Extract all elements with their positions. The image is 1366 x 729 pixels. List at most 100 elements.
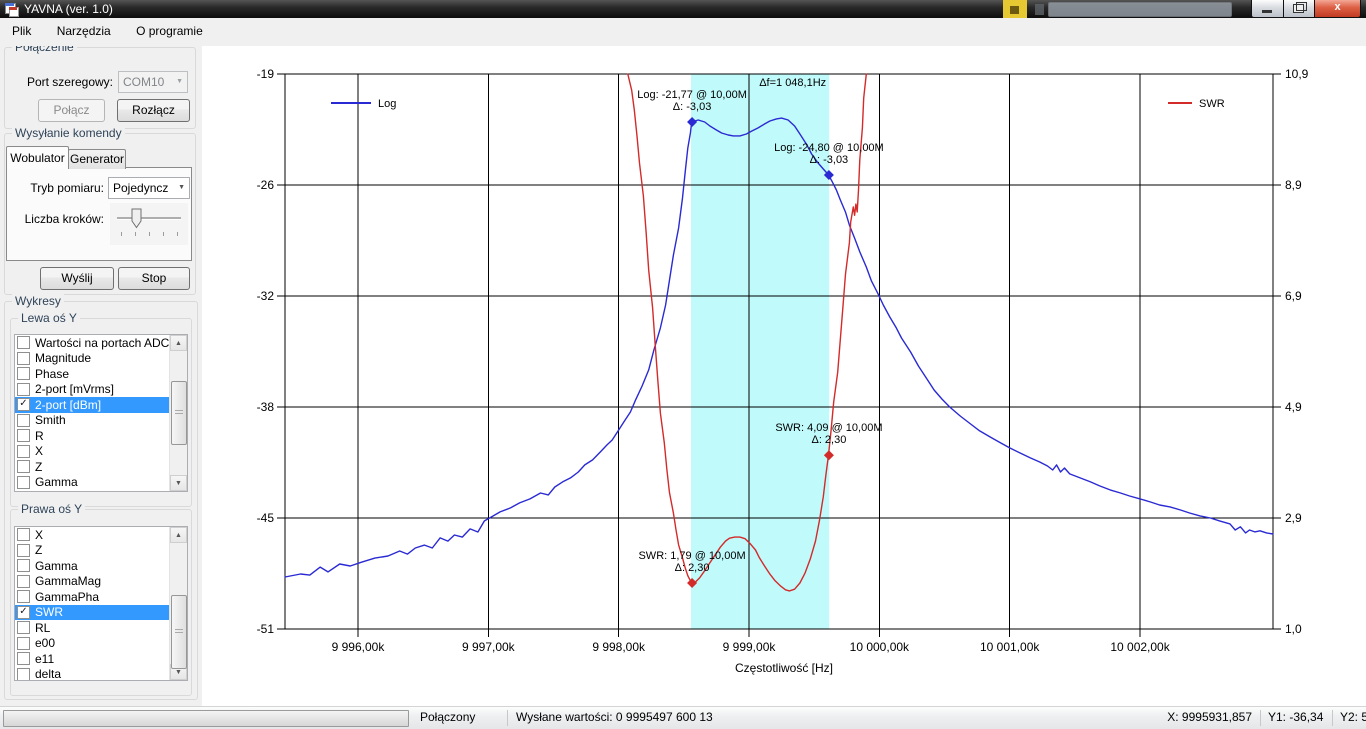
marker-delta-label: Δ: 2,30 (675, 562, 710, 574)
right-axis-group-label: Prawa oś Y (18, 502, 85, 516)
checkbox-icon[interactable] (17, 476, 30, 489)
menu-plik[interactable]: Plik (2, 18, 41, 45)
left-axis-item-2[interactable]: Phase (15, 366, 187, 382)
progress-bar (3, 710, 409, 727)
minimize-button[interactable] (1251, 0, 1284, 18)
right-axis-item-5[interactable]: ✓SWR (15, 605, 187, 621)
checkbox-icon[interactable] (17, 429, 30, 442)
checkbox-icon[interactable] (17, 352, 30, 365)
left-axis-tick-label: -32 (257, 289, 275, 303)
left-axis-item-5[interactable]: Smith (15, 413, 187, 429)
left-axis-tick-label: -38 (257, 400, 275, 414)
menu-narzedzia[interactable]: Narzędzia (47, 18, 121, 45)
scrollbar-thumb[interactable] (171, 595, 187, 669)
checkbox-icon[interactable]: ✓ (17, 398, 30, 411)
statusbar: Połączony Wysłane wartości: 0 9995497 60… (0, 706, 1366, 729)
checkbox-icon[interactable] (17, 652, 30, 665)
right-axis-item-1[interactable]: Z (15, 543, 187, 559)
scroll-up-icon[interactable]: ▲ (170, 335, 187, 351)
left-axis-item-8[interactable]: Z (15, 459, 187, 475)
chart[interactable]: -1910,9-268,9-326,9-384,9-452,9-511,09 9… (0, 0, 1366, 706)
checkbox-icon[interactable] (17, 383, 30, 396)
list-item-label: Magnitude (35, 351, 91, 365)
checkbox-icon[interactable] (17, 367, 30, 380)
right-axis-item-0[interactable]: X (15, 527, 187, 543)
left-axis-tick-label: -19 (257, 67, 275, 81)
left-axis-item-4[interactable]: ✓2-port [dBm] (15, 397, 187, 413)
marker-delta-label: Δ: -3,03 (810, 154, 849, 166)
scroll-up-icon[interactable]: ▲ (170, 527, 187, 543)
close-icon: x (1315, 1, 1360, 13)
close-button[interactable]: x (1315, 0, 1361, 18)
left-axis-item-7[interactable]: X (15, 444, 187, 460)
stop-button[interactable]: Stop (118, 267, 190, 290)
checkbox-icon[interactable] (17, 544, 30, 557)
x-axis-tick-label: 9 996,00k (332, 640, 386, 654)
slider-thumb[interactable] (131, 208, 143, 232)
left-axis-item-0[interactable]: Wartości na portach ADC (15, 335, 187, 351)
serial-port-combobox[interactable]: COM10 ▼ (118, 71, 188, 93)
marker-delta-label: Δ: -3,03 (673, 101, 712, 113)
left-axis-item-1[interactable]: Magnitude (15, 351, 187, 367)
checkbox-icon[interactable] (17, 637, 30, 650)
send-command-group-label: Wysyłanie komendy (12, 126, 125, 140)
checkbox-icon[interactable] (17, 575, 30, 588)
right-axis-list[interactable]: XZGammaGammaMagGammaPha✓SWRRLe00e11delta… (14, 526, 188, 681)
checkbox-icon[interactable] (17, 590, 30, 603)
list-item-label: Smith (35, 413, 66, 427)
checkbox-icon[interactable] (17, 414, 30, 427)
marker-label: SWR: 1,79 @ 10,00M (638, 550, 745, 562)
scroll-down-icon[interactable]: ▼ (170, 475, 187, 491)
tab-generator[interactable]: Generator (68, 149, 126, 169)
right-axis-scrollbar[interactable]: ▲ ▼ (169, 527, 187, 680)
background-window-hint (1035, 4, 1044, 15)
menubar: Plik Narzędzia O programie (0, 18, 1366, 46)
left-axis-scrollbar[interactable]: ▲ ▼ (169, 335, 187, 491)
right-axis-item-7[interactable]: e00 (15, 636, 187, 652)
left-axis-item-6[interactable]: R (15, 428, 187, 444)
minimize-icon (1262, 10, 1272, 13)
window-title: YAVNA (ver. 1.0) (24, 2, 113, 16)
list-item-label: RL (35, 621, 50, 635)
steps-count-label: Liczba kroków: (8, 212, 104, 226)
connect-button[interactable]: Połącz (38, 99, 105, 122)
checkbox-icon[interactable]: ✓ (17, 606, 30, 619)
send-button[interactable]: Wyślij (40, 267, 114, 290)
checkbox-icon[interactable] (17, 460, 30, 473)
list-item-label: R (35, 429, 44, 443)
right-axis-tick-label: 4,9 (1285, 400, 1302, 414)
right-axis-item-2[interactable]: Gamma (15, 558, 187, 574)
steps-count-slider[interactable] (110, 203, 188, 245)
bandwidth-band (691, 74, 829, 629)
maximize-button[interactable] (1284, 0, 1315, 18)
right-axis-item-8[interactable]: e11 (15, 651, 187, 667)
slider-track[interactable] (117, 217, 181, 220)
right-axis-item-3[interactable]: GammaMag (15, 574, 187, 590)
scrollbar-thumb[interactable] (171, 381, 187, 445)
checkbox-icon[interactable] (17, 336, 30, 349)
measure-mode-combobox[interactable]: Pojedyncz ▼ (108, 177, 190, 199)
x-axis-title: Częstotliwość [Hz] (735, 661, 833, 675)
left-axis-item-9[interactable]: Gamma (15, 475, 187, 491)
background-window-hint-icon (1003, 0, 1027, 18)
right-axis-item-6[interactable]: RL (15, 620, 187, 636)
left-axis-list[interactable]: Wartości na portach ADCMagnitudePhase2-p… (14, 334, 188, 492)
menu-o-programie[interactable]: O programie (126, 18, 213, 45)
measure-mode-label: Tryb pomiaru: (8, 181, 104, 195)
tab-wobulator[interactable]: Wobulator (6, 146, 69, 169)
list-item-label: GammaPha (35, 590, 99, 604)
checkbox-icon[interactable] (17, 528, 30, 541)
charts-group-label: Wykresy (12, 294, 64, 308)
x-axis-tick-label: 9 997,00k (462, 640, 516, 654)
left-axis-item-3[interactable]: 2-port [mVrms] (15, 382, 187, 398)
disconnect-button[interactable]: Rozłącz (117, 99, 190, 122)
titlebar[interactable]: YAVNA (ver. 1.0) x (0, 0, 1366, 18)
checkbox-icon[interactable] (17, 559, 30, 572)
checkbox-icon[interactable] (17, 668, 30, 681)
checkbox-icon[interactable] (17, 621, 30, 634)
checkbox-icon[interactable] (17, 445, 30, 458)
right-axis-item-9[interactable]: delta (15, 667, 187, 682)
cursor-x-value: X: 9995931,857 (1150, 710, 1252, 724)
cursor-y1-value: Y1: -36,34 (1268, 710, 1323, 724)
right-axis-item-4[interactable]: GammaPha (15, 589, 187, 605)
